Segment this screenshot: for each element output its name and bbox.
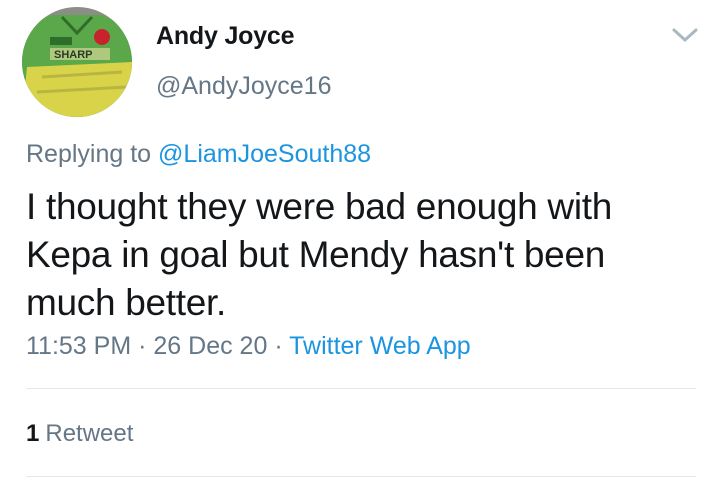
reply-to-link[interactable]: @LiamJoeSouth88 — [158, 140, 371, 168]
jersey-text: SHARP — [54, 49, 93, 61]
user-handle[interactable]: @AndyJoyce16 — [156, 72, 331, 101]
display-name[interactable]: Andy Joyce — [156, 22, 295, 51]
avatar[interactable]: SHARP — [22, 7, 132, 117]
tweet-text: I thought they were bad enough with Kepa… — [26, 183, 706, 327]
retweet-stats[interactable]: 1 Retweet — [26, 420, 133, 448]
reply-prefix: Replying to — [26, 140, 152, 168]
tweet-date[interactable]: 26 Dec 20 — [153, 332, 267, 360]
reply-context: Replying to @LiamJoeSouth88 — [26, 140, 371, 169]
retweet-label: Retweet — [45, 420, 134, 447]
divider — [26, 388, 696, 389]
chevron-down-icon[interactable] — [670, 24, 700, 46]
separator: · — [274, 332, 283, 360]
tweet-text-line: I thought they were bad enough with — [26, 186, 613, 227]
retweet-count: 1 — [26, 420, 40, 447]
separator: · — [138, 332, 147, 360]
tweet-text-line: much better. — [26, 282, 227, 323]
tweet-text-line: Kepa in goal but Mendy hasn't been — [26, 234, 606, 275]
avatar-image: SHARP — [22, 7, 132, 117]
tweet-metadata: 11:53 PM · 26 Dec 20 · Twitter Web App — [26, 332, 471, 361]
tweet-source-link[interactable]: Twitter Web App — [289, 332, 471, 360]
tweet-time[interactable]: 11:53 PM — [26, 332, 131, 360]
divider — [26, 476, 696, 477]
